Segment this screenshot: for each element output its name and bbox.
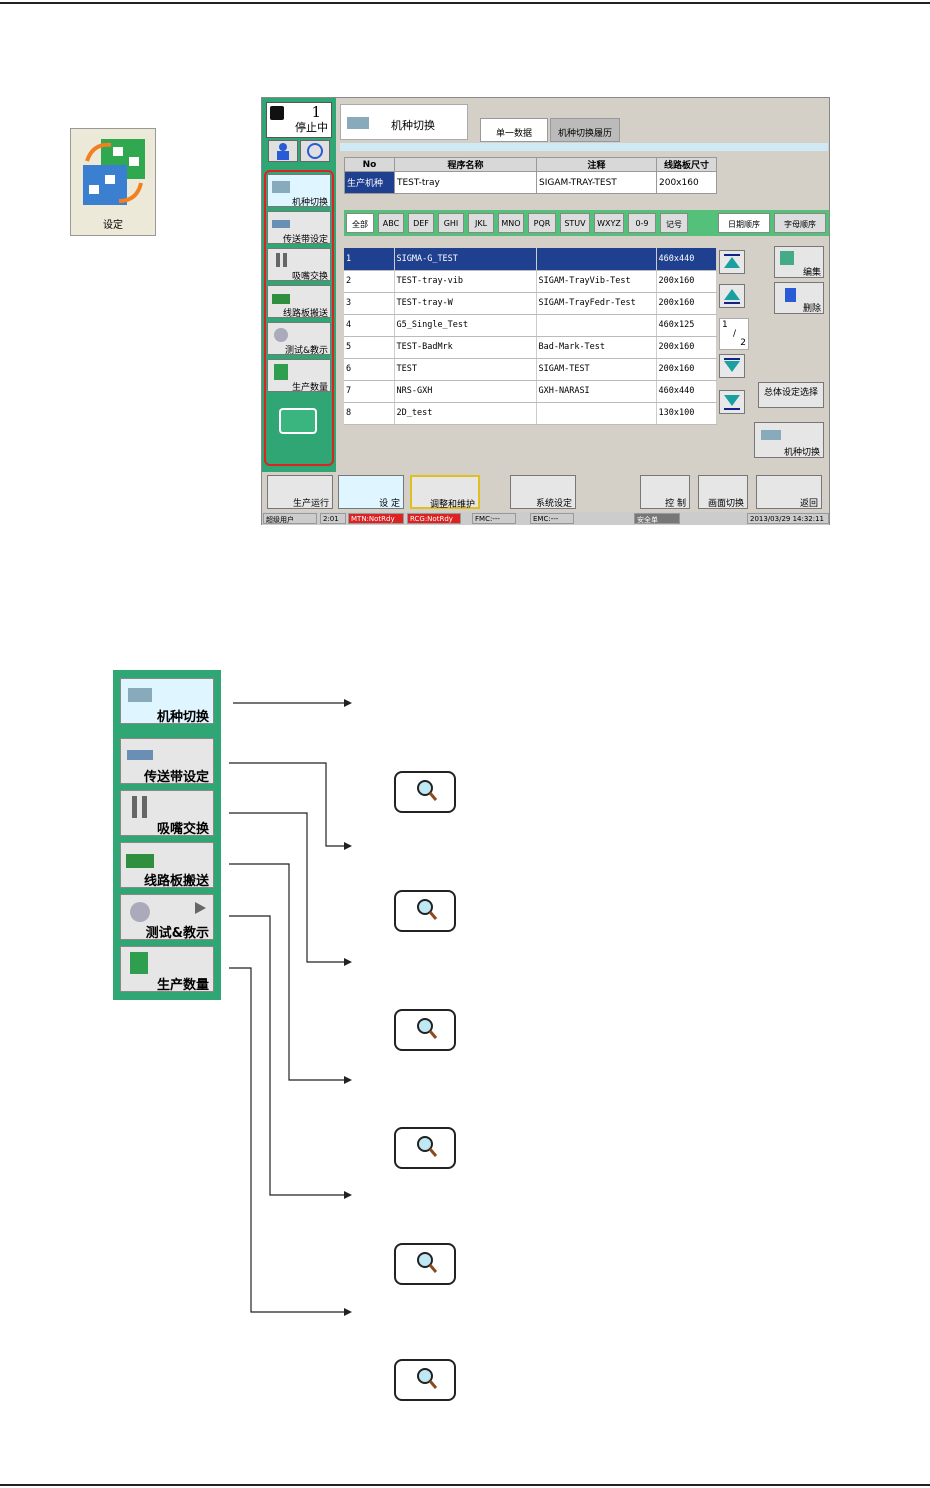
reference-icon[interactable] bbox=[394, 1359, 456, 1401]
magnifier-icon bbox=[417, 1136, 438, 1157]
reference-icon[interactable] bbox=[394, 890, 456, 932]
magnifier-icon bbox=[417, 780, 438, 801]
magnifier-icon bbox=[417, 899, 438, 920]
reference-icon[interactable] bbox=[394, 1009, 456, 1051]
reference-icon[interactable] bbox=[394, 771, 456, 813]
reference-icon[interactable] bbox=[394, 1127, 456, 1169]
magnifier-icon bbox=[417, 1252, 438, 1273]
magnifier-icon bbox=[417, 1018, 438, 1039]
callout-lines bbox=[229, 699, 352, 1316]
magnifier-icon bbox=[417, 1368, 438, 1389]
reference-icon[interactable] bbox=[394, 1243, 456, 1285]
